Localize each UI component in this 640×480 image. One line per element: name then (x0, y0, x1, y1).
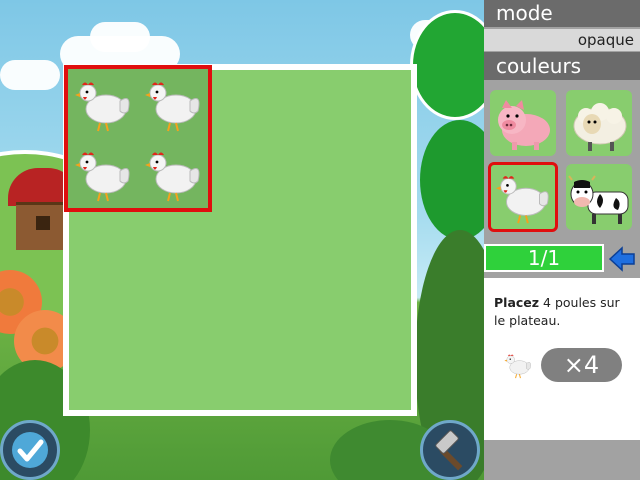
hammer-icon (435, 430, 463, 471)
mode-title: mode (484, 0, 640, 27)
cloud (0, 60, 60, 90)
pig-tile[interactable] (490, 90, 556, 156)
leaves (410, 10, 484, 120)
back-arrow-icon (608, 246, 635, 272)
validate-button[interactable] (0, 420, 60, 480)
pig-icon (498, 100, 550, 150)
chicken-group[interactable] (64, 65, 212, 212)
chicken-icon (140, 141, 206, 207)
chicken-icon (502, 348, 534, 382)
chicken-icon (70, 141, 136, 207)
chicken-icon (70, 71, 136, 137)
chicken-tile[interactable] (488, 162, 558, 232)
chicken-icon (495, 176, 549, 224)
cloud (90, 22, 150, 52)
instruction-text: Placez 4 poules sur le plateau. (494, 294, 634, 330)
instruction-panel: Placez 4 poules sur le plateau. ×4 (484, 278, 640, 440)
cow-tile[interactable] (566, 164, 632, 230)
sheep-tile[interactable] (566, 90, 632, 156)
back-button[interactable] (608, 246, 636, 272)
sidebar: mode opaque couleurs 1/1 Placez 4 poules… (484, 0, 640, 480)
mode-value[interactable]: opaque (484, 29, 640, 51)
game-scene (0, 0, 484, 480)
hammer-button[interactable] (420, 420, 480, 480)
chicken-icon (140, 71, 206, 137)
instruction-verb: Placez (494, 295, 540, 310)
check-icon (12, 432, 48, 468)
count-badge: ×4 (541, 348, 622, 382)
cow-icon (568, 175, 629, 224)
sheep-icon (573, 103, 627, 151)
progress-indicator: 1/1 (484, 244, 604, 272)
colors-title: couleurs (484, 52, 640, 80)
leaves (420, 120, 484, 240)
